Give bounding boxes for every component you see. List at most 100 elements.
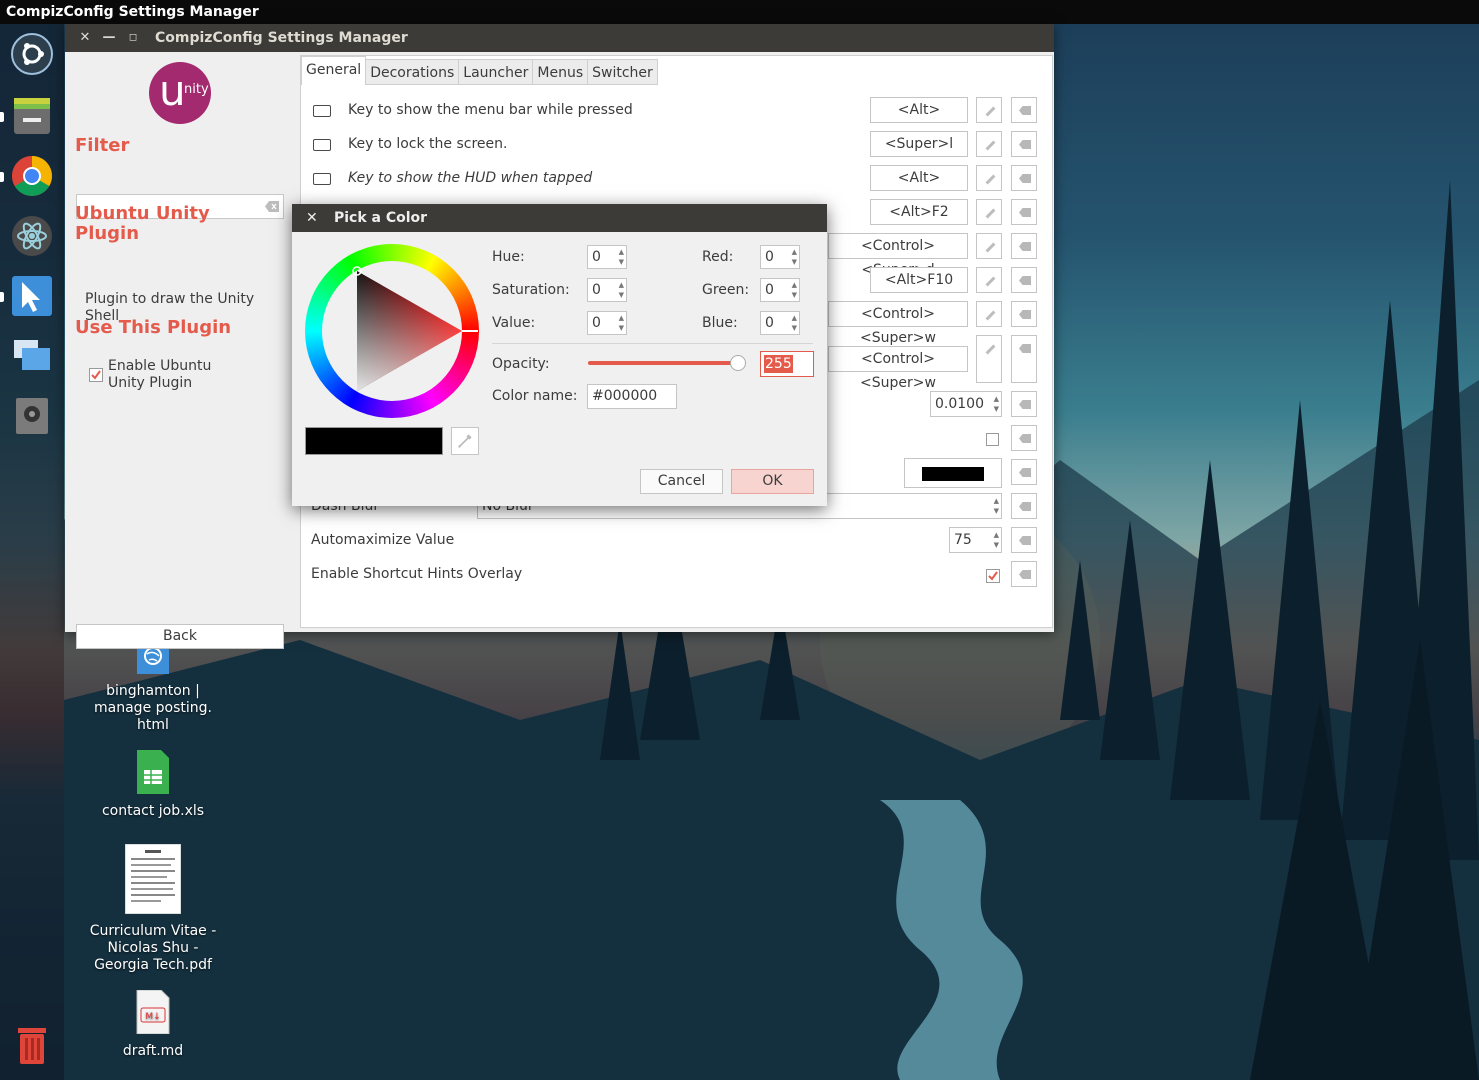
use-plugin-heading: Use This Plugin (75, 317, 232, 338)
saturation-spinbox[interactable]: 0 ▲ ▼ (587, 278, 627, 302)
spin-arrows-icon[interactable]: ▲ ▼ (619, 247, 624, 267)
tab-general[interactable]: General (301, 56, 367, 85)
keybinding-button[interactable]: <Alt> (870, 97, 968, 123)
desktop-file-label: draft.md (122, 1043, 184, 1059)
red-spinbox[interactable]: 0 ▲ ▼ (760, 245, 800, 269)
opacity-input[interactable]: 255 (760, 351, 814, 377)
unity-logo-letter: u (159, 66, 186, 115)
enable-plugin-checkbox[interactable] (89, 368, 103, 386)
value-spinbox[interactable]: 0 ▲ ▼ (587, 311, 627, 335)
maximize-window-icon[interactable]: ◻ (125, 24, 141, 52)
spin-arrows-icon[interactable]: ▲ ▼ (792, 247, 797, 267)
opacity-slider-track[interactable] (588, 361, 738, 365)
tab-decorations[interactable]: Decorations (366, 59, 460, 85)
trash-launcher-item[interactable] (6, 1020, 58, 1072)
reset-icon[interactable] (1011, 301, 1037, 327)
ubuntu-dash-button[interactable] (6, 28, 58, 80)
pdf-thumbnail-icon (124, 843, 182, 915)
setting-label: Automaximize Value (311, 532, 455, 548)
edit-pencil-icon[interactable] (976, 131, 1002, 157)
keybinding-button[interactable]: <Super>l (870, 131, 968, 157)
reset-icon[interactable] (1011, 493, 1037, 519)
reset-icon[interactable] (1011, 131, 1037, 157)
eyedropper-button[interactable] (451, 427, 479, 455)
ccsm-launcher-item[interactable] (6, 270, 58, 322)
edit-pencil-icon[interactable] (976, 267, 1002, 293)
cancel-button[interactable]: Cancel (640, 469, 723, 494)
reset-icon[interactable] (1011, 165, 1037, 191)
hue-spinbox[interactable]: 0 ▲ ▼ (587, 245, 627, 269)
minimize-window-icon[interactable]: — (101, 24, 117, 52)
back-button[interactable]: Back (76, 624, 284, 649)
divider (492, 343, 813, 344)
opacity-label: Opacity: (492, 356, 550, 372)
reset-icon[interactable] (1011, 425, 1037, 451)
tab-launcher[interactable]: Launcher (459, 59, 534, 85)
tab-menus[interactable]: Menus (533, 59, 589, 85)
markdown-file-icon: M↓ (136, 989, 170, 1035)
reset-icon[interactable] (1011, 199, 1037, 225)
desktop-file-pdf[interactable]: Curriculum Vitae - Nicolas Shu - Georgia… (86, 843, 220, 974)
keyboard-icon (313, 173, 331, 185)
edit-pencil-icon[interactable] (976, 97, 1002, 123)
keybinding-button[interactable]: <Alt>F2 (870, 199, 968, 225)
reset-icon[interactable] (1011, 459, 1037, 485)
spin-arrows-icon[interactable]: ▲ ▼ (994, 530, 999, 550)
tab-switcher[interactable]: Switcher (588, 59, 658, 85)
spin-arrows-icon[interactable]: ▲ ▼ (619, 313, 624, 333)
value-value: 0 (592, 315, 601, 331)
eyedropper-icon (458, 434, 472, 448)
color-button[interactable] (904, 458, 1002, 488)
opacity-slider-handle[interactable] (730, 355, 746, 371)
reset-icon[interactable] (1011, 233, 1037, 259)
plugin-sidebar: u nity Filter Ubuntu Unity Plugin Plugin… (65, 52, 297, 649)
chrome-launcher-item[interactable] (6, 150, 58, 202)
atom-launcher-item[interactable] (6, 210, 58, 262)
workspace-switcher-item[interactable] (6, 330, 58, 382)
keybinding-button[interactable]: <Alt>F10 (870, 267, 968, 293)
setting-row: Enable Shortcut Hints Overlay (301, 558, 1052, 592)
dialog-titlebar[interactable]: ✕ Pick a Color (292, 204, 827, 232)
keybinding-button[interactable]: <Control><Super>d (828, 233, 968, 278)
green-spinbox[interactable]: 0 ▲ ▼ (760, 278, 800, 302)
trash-icon (18, 1028, 46, 1064)
reset-icon[interactable] (1011, 527, 1037, 553)
spin-arrows-icon[interactable]: ▲ ▼ (619, 280, 624, 300)
color-name-input[interactable]: #000000 (587, 384, 677, 409)
desktop-file-xls[interactable]: contact job.xls (86, 750, 220, 820)
reset-icon[interactable] (1011, 267, 1037, 293)
setting-checkbox[interactable] (986, 433, 999, 446)
hue-label: Hue: (492, 249, 525, 265)
spin-arrows-icon[interactable]: ▲ ▼ (994, 394, 999, 414)
saturation-value-triangle[interactable] (322, 261, 462, 401)
reset-icon[interactable] (1011, 391, 1037, 417)
edit-pencil-icon[interactable] (976, 165, 1002, 191)
edit-pencil-icon[interactable] (976, 335, 1002, 383)
spin-arrows-icon[interactable]: ▲ ▼ (792, 313, 797, 333)
reset-icon[interactable] (1011, 561, 1037, 587)
desktop-file-md[interactable]: M↓ draft.md (86, 989, 220, 1060)
reset-icon[interactable] (1011, 335, 1037, 383)
top-panel-title: CompizConfig Settings Manager (0, 0, 1479, 24)
keybinding-button[interactable]: <Control><Super>w (828, 346, 968, 391)
close-dialog-icon[interactable]: ✕ (306, 204, 318, 232)
spin-arrows-icon[interactable]: ▲ ▼ (792, 280, 797, 300)
numeric-spinbox[interactable]: 0.0100 ▲ ▼ (930, 391, 1002, 417)
disk-launcher-item[interactable] (6, 390, 58, 442)
edit-pencil-icon[interactable] (976, 233, 1002, 259)
clear-filter-icon[interactable] (265, 201, 279, 212)
keybinding-button[interactable]: <Control><Super>w (828, 301, 968, 346)
filter-heading: Filter (75, 135, 130, 156)
automaximize-spinbox[interactable]: 75 ▲ ▼ (949, 527, 1002, 553)
files-launcher-item[interactable] (6, 90, 58, 142)
reset-icon[interactable] (1011, 97, 1037, 123)
edit-pencil-icon[interactable] (976, 199, 1002, 225)
ok-button[interactable]: OK (731, 469, 814, 494)
keybinding-button[interactable]: <Alt> (870, 165, 968, 191)
shortcut-hints-checkbox[interactable] (986, 569, 1000, 583)
edit-pencil-icon[interactable] (976, 301, 1002, 327)
red-label: Red: (702, 249, 734, 265)
close-window-icon[interactable]: ✕ (77, 24, 93, 52)
window-titlebar[interactable]: ✕ — ◻ CompizConfig Settings Manager (65, 24, 1054, 52)
blue-spinbox[interactable]: 0 ▲ ▼ (760, 311, 800, 335)
